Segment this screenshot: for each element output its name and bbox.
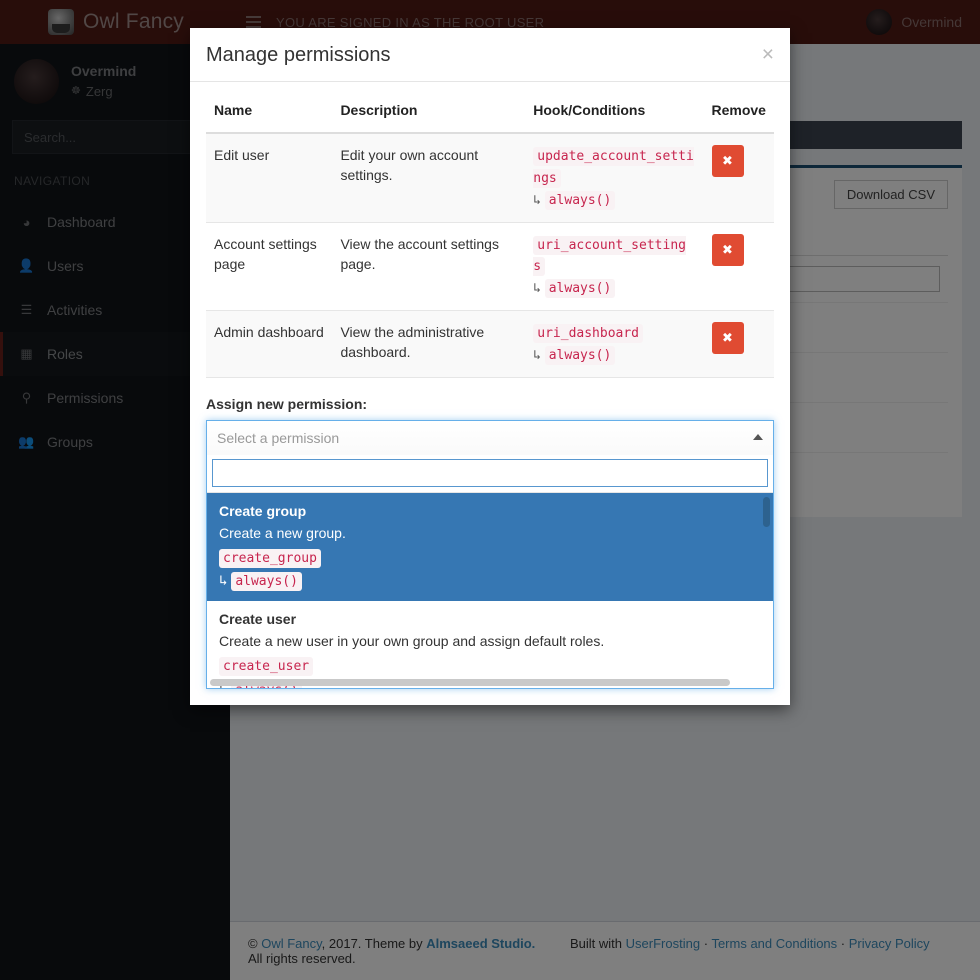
option-hook: create_group <box>219 548 321 568</box>
column-remove: Remove <box>703 96 774 134</box>
modal-body: Name Description Hook/Conditions Remove … <box>190 82 790 705</box>
column-hook-conditions: Hook/Conditions <box>525 96 704 134</box>
permission-condition: always() <box>544 190 616 210</box>
permission-name: Admin dashboard <box>206 310 333 378</box>
permission-condition: always() <box>544 345 616 365</box>
permission-option-create-user[interactable]: Create user Create a new user in your ow… <box>207 601 773 688</box>
option-title: Create group <box>219 502 307 519</box>
permission-search-wrap <box>207 455 773 492</box>
table-row: Admin dashboard View the administrative … <box>206 310 774 378</box>
permission-description: Edit your own account settings. <box>332 133 526 223</box>
option-description: Create a new user in your own group and … <box>219 633 605 650</box>
modal-header: Manage permissions × <box>190 28 790 82</box>
permission-select-placeholder: Select a permission <box>217 429 340 446</box>
permission-hook: uri_dashboard <box>533 324 644 344</box>
permission-select[interactable]: Select a permission Create group Create … <box>206 419 774 689</box>
permission-hook-cell: uri_dashboard ↳ always() <box>525 310 704 378</box>
permission-select-display[interactable]: Select a permission <box>207 420 773 455</box>
options-horizontal-scrollbar[interactable] <box>210 678 730 686</box>
permission-hook: uri_account_settings <box>533 235 686 277</box>
assign-permission-label: Assign new permission: <box>206 395 368 412</box>
permission-description: View the account settings page. <box>332 222 526 312</box>
arrow-icon: ↳ <box>533 347 542 363</box>
permission-description: View the administrative dashboard. <box>332 310 526 378</box>
permission-hook-cell: uri_account_settings ↳ always() <box>525 222 704 312</box>
arrow-icon: ↳ <box>219 573 228 590</box>
remove-permission-button[interactable]: ✖ <box>711 145 744 177</box>
permission-search-input[interactable] <box>212 458 768 487</box>
arrow-icon: ↳ <box>533 192 542 208</box>
arrow-icon: ↳ <box>533 281 542 297</box>
option-condition: always() <box>231 572 302 592</box>
permissions-table: Name Description Hook/Conditions Remove … <box>206 96 774 378</box>
option-hook: create_user <box>219 657 314 677</box>
table-row: Edit user Edit your own account settings… <box>206 133 774 223</box>
permission-remove-cell: ✖ <box>703 310 774 378</box>
options-vertical-scrollbar[interactable] <box>763 496 770 527</box>
permission-hook: update_account_settings <box>533 147 694 188</box>
app-root: Owl Fancy Overmind ☸ Zerg Search... NAVI… <box>0 0 980 980</box>
option-description: Create a new group. <box>219 524 346 541</box>
permission-remove-cell: ✖ <box>703 133 774 223</box>
column-description: Description <box>332 96 526 134</box>
column-name: Name <box>206 96 333 134</box>
permission-options-list[interactable]: Create group Create a new group. create_… <box>207 491 773 688</box>
permission-hook-cell: update_account_settings ↳ always() <box>525 133 704 223</box>
table-header-row: Name Description Hook/Conditions Remove <box>206 96 774 134</box>
option-title: Create user <box>219 611 297 628</box>
manage-permissions-modal: Manage permissions × Name Description Ho… <box>190 28 790 705</box>
table-row: Account settings page View the account s… <box>206 222 774 312</box>
remove-permission-button[interactable]: ✖ <box>711 322 744 355</box>
close-icon[interactable]: × <box>762 44 774 65</box>
chevron-up-icon <box>753 433 763 440</box>
remove-permission-button[interactable]: ✖ <box>711 233 744 266</box>
permission-name: Account settings page <box>206 222 333 312</box>
permission-option-create-group[interactable]: Create group Create a new group. create_… <box>207 492 773 602</box>
modal-title: Manage permissions <box>206 44 391 66</box>
permission-condition: always() <box>544 279 616 299</box>
permission-name: Edit user <box>206 133 333 223</box>
permission-remove-cell: ✖ <box>703 222 774 312</box>
